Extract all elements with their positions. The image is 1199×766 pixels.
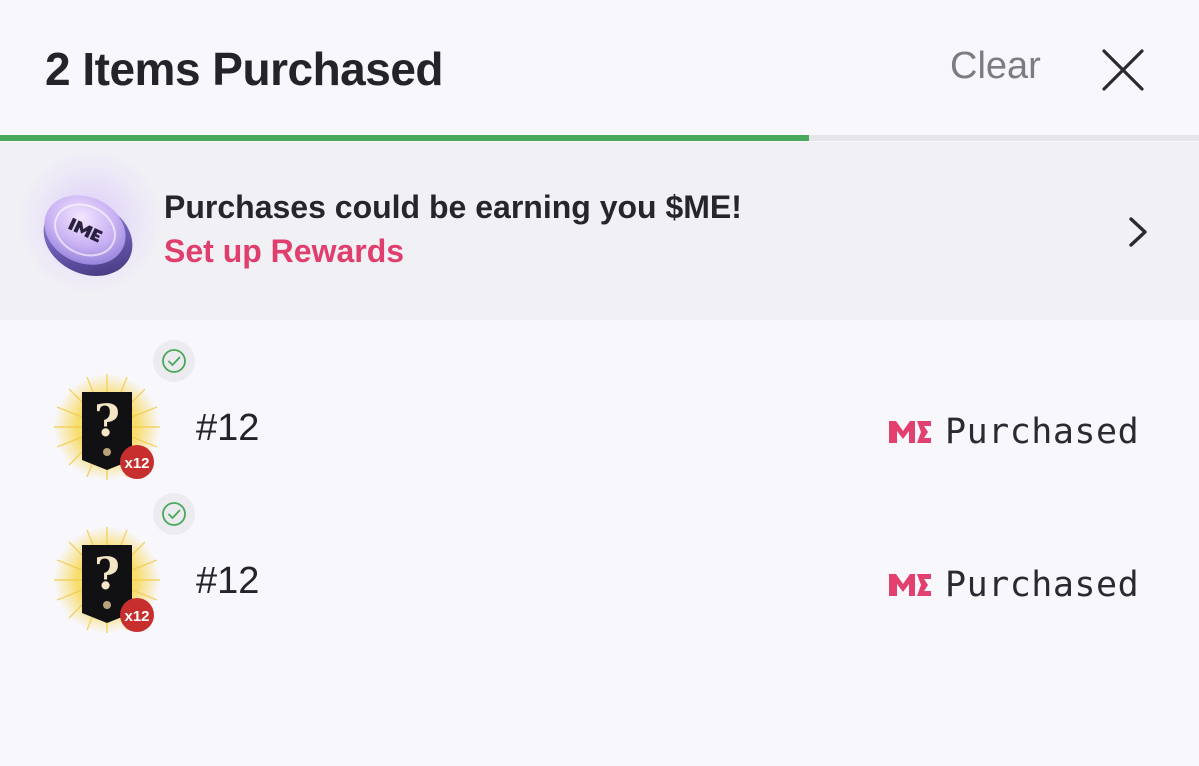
close-button[interactable] <box>1098 45 1148 95</box>
svg-text:?: ? <box>94 396 120 447</box>
item-name: #12 <box>196 407 260 449</box>
list-item[interactable]: ? x12 #12 Purchased <box>0 493 1199 633</box>
page-title: 2 Items Purchased <box>45 43 444 95</box>
quantity-badge: x12 <box>124 608 149 625</box>
chevron-right-icon[interactable] <box>1120 212 1156 252</box>
close-icon <box>1102 49 1144 91</box>
magic-eden-logo-icon <box>889 574 931 596</box>
mystery-item-thumbnail: ? x12 <box>54 374 160 480</box>
me-coin-icon <box>43 195 133 276</box>
list-item[interactable]: ? x12 #12 Purchased <box>0 340 1199 480</box>
status-badge: Purchased <box>887 563 1139 607</box>
magic-eden-logo-icon <box>889 421 931 443</box>
item-name: #12 <box>196 560 260 602</box>
status-label: Purchased <box>945 565 1140 605</box>
check-circle-icon <box>162 349 186 373</box>
svg-text:?: ? <box>94 549 120 600</box>
status-badge: Purchased <box>887 410 1139 454</box>
clear-button[interactable]: Clear <box>950 45 1041 88</box>
panel-header: 2 Items Purchased Clear <box>0 0 1199 142</box>
purchase-panel: 2 Items Purchased Clear Purchases could … <box>0 0 1199 766</box>
quantity-badge: x12 <box>124 455 149 472</box>
progress-bar <box>0 135 810 141</box>
rewards-message: Purchases could be earning you $ME! <box>164 189 742 225</box>
progress-track <box>0 135 1199 141</box>
mystery-item-thumbnail: ? x12 <box>54 527 160 633</box>
status-label: Purchased <box>945 412 1140 452</box>
setup-rewards-link[interactable]: Set up Rewards <box>164 233 404 269</box>
check-circle-icon <box>162 502 186 526</box>
rewards-banner[interactable]: Purchases could be earning you $ME! Set … <box>0 142 1199 320</box>
